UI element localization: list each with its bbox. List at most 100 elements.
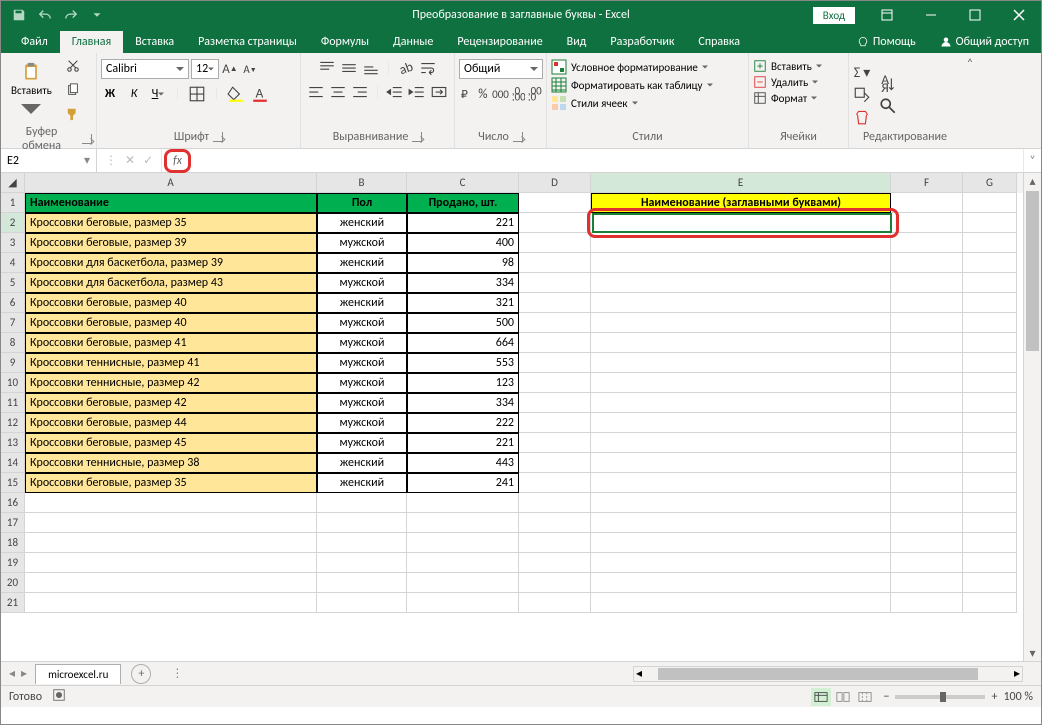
- tab-page-layout[interactable]: Разметка страницы: [186, 31, 309, 53]
- cell[interactable]: [591, 513, 891, 533]
- cell[interactable]: мужской: [317, 233, 407, 253]
- cell[interactable]: Кроссовки беговые, размер 40: [25, 293, 317, 313]
- cancel-formula-icon[interactable]: ✕: [125, 153, 135, 168]
- tab-file[interactable]: Файл: [9, 31, 60, 53]
- cell[interactable]: Кроссовки для баскетбола, размер 43: [25, 273, 317, 293]
- row-header[interactable]: 15: [1, 473, 25, 493]
- save-icon[interactable]: [7, 3, 31, 27]
- conditional-formatting-button[interactable]: Условное форматирование: [551, 59, 708, 75]
- align-left-icon[interactable]: [307, 83, 325, 101]
- cell[interactable]: [519, 333, 591, 353]
- cell[interactable]: [963, 293, 1017, 313]
- cell[interactable]: [25, 573, 317, 593]
- cell[interactable]: [963, 213, 1017, 233]
- cell[interactable]: Пол: [317, 193, 407, 213]
- qat-customize-icon[interactable]: [85, 3, 109, 27]
- tab-help[interactable]: Справка: [686, 31, 752, 53]
- fill-color-icon[interactable]: [227, 85, 245, 103]
- cell[interactable]: Кроссовки беговые, размер 40: [25, 313, 317, 333]
- cell[interactable]: [519, 193, 591, 213]
- cell[interactable]: 334: [407, 393, 519, 413]
- formula-input[interactable]: [191, 149, 1023, 172]
- row-header[interactable]: 19: [1, 553, 25, 573]
- normal-view-icon[interactable]: [811, 688, 831, 706]
- cell-styles-button[interactable]: Стили ячеек: [551, 95, 638, 111]
- horizontal-scrollbar[interactable]: ◂ ▸: [633, 666, 1023, 682]
- find-select-icon[interactable]: [879, 97, 897, 115]
- row-header[interactable]: 12: [1, 413, 25, 433]
- cell[interactable]: [407, 493, 519, 513]
- currency-icon[interactable]: ₽: [459, 85, 474, 103]
- row-header[interactable]: 11: [1, 393, 25, 413]
- close-icon[interactable]: [997, 1, 1041, 29]
- cell[interactable]: [891, 413, 963, 433]
- comma-icon[interactable]: 000: [492, 85, 509, 103]
- zoom-in-icon[interactable]: +: [991, 690, 997, 704]
- enter-formula-icon[interactable]: ✓: [143, 153, 153, 168]
- borders-icon[interactable]: [188, 85, 206, 103]
- align-bottom-icon[interactable]: [362, 59, 380, 77]
- cell[interactable]: мужской: [317, 353, 407, 373]
- cell[interactable]: [519, 373, 591, 393]
- row-header[interactable]: 20: [1, 573, 25, 593]
- paste-button[interactable]: Вставить: [5, 60, 58, 121]
- sheet-nav-prev-icon[interactable]: ◂: [9, 666, 15, 681]
- cell[interactable]: [963, 233, 1017, 253]
- cell[interactable]: [891, 393, 963, 413]
- insert-cells-button[interactable]: Вставить: [753, 59, 822, 73]
- cell[interactable]: мужской: [317, 313, 407, 333]
- insert-function-button[interactable]: fx: [164, 149, 191, 173]
- cell[interactable]: [891, 433, 963, 453]
- cell[interactable]: [25, 553, 317, 573]
- cell[interactable]: [519, 393, 591, 413]
- cell[interactable]: Кроссовки беговые, размер 35: [25, 213, 317, 233]
- cell[interactable]: Кроссовки теннисные, размер 38: [25, 453, 317, 473]
- row-header[interactable]: 8: [1, 333, 25, 353]
- cell[interactable]: [963, 273, 1017, 293]
- cell[interactable]: [519, 493, 591, 513]
- alignment-launcher[interactable]: [412, 132, 422, 142]
- number-launcher[interactable]: [513, 132, 523, 142]
- page-break-view-icon[interactable]: [855, 688, 875, 706]
- row-header[interactable]: 17: [1, 513, 25, 533]
- italic-button[interactable]: К: [125, 85, 143, 103]
- font-launcher[interactable]: [213, 132, 223, 142]
- font-size-combo[interactable]: 12: [191, 59, 219, 79]
- cell[interactable]: [519, 293, 591, 313]
- row-header[interactable]: 16: [1, 493, 25, 513]
- cell[interactable]: [591, 553, 891, 573]
- tab-data[interactable]: Данные: [381, 31, 445, 53]
- cell[interactable]: 443: [407, 453, 519, 473]
- row-header[interactable]: 4: [1, 253, 25, 273]
- cell[interactable]: [519, 213, 591, 233]
- cell[interactable]: [591, 273, 891, 293]
- increase-decimal-icon[interactable]: ,0,00: [511, 85, 526, 103]
- add-sheet-button[interactable]: +: [131, 664, 151, 684]
- cell[interactable]: [25, 533, 317, 553]
- macro-record-icon[interactable]: [52, 688, 66, 706]
- cell[interactable]: [317, 533, 407, 553]
- page-layout-view-icon[interactable]: [833, 688, 853, 706]
- tellme[interactable]: Помощь: [845, 31, 928, 53]
- cell[interactable]: [591, 373, 891, 393]
- col-header-E[interactable]: E: [591, 173, 891, 193]
- cell[interactable]: [891, 493, 963, 513]
- sheet-tab[interactable]: microexcel.ru: [35, 664, 121, 684]
- cell[interactable]: [963, 353, 1017, 373]
- cell[interactable]: Кроссовки беговые, размер 35: [25, 473, 317, 493]
- align-right-icon[interactable]: [351, 83, 369, 101]
- cell[interactable]: мужской: [317, 333, 407, 353]
- cell[interactable]: [317, 513, 407, 533]
- cell[interactable]: [891, 213, 963, 233]
- redo-icon[interactable]: [59, 3, 83, 27]
- sort-filter-icon[interactable]: АЯ: [879, 75, 897, 93]
- sheet-nav-next-icon[interactable]: ▸: [21, 666, 27, 681]
- cell[interactable]: женский: [317, 473, 407, 493]
- cell[interactable]: [963, 553, 1017, 573]
- cell[interactable]: [963, 473, 1017, 493]
- cut-icon[interactable]: [62, 55, 84, 77]
- autosum-icon[interactable]: Σ ▾: [853, 64, 871, 82]
- cell[interactable]: [591, 473, 891, 493]
- undo-icon[interactable]: [33, 3, 57, 27]
- cell[interactable]: 334: [407, 273, 519, 293]
